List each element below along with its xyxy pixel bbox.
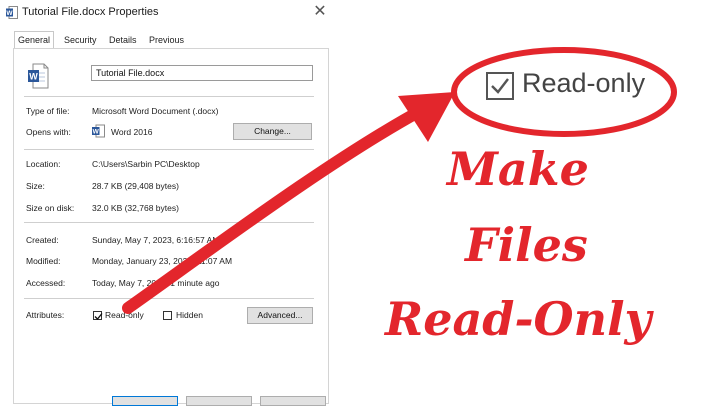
- accessed-value: Today, May 7, 2023, 1 minute ago: [92, 278, 220, 288]
- general-panel: W Tutorial File.docx Type of file: Micro…: [13, 48, 329, 404]
- change-button[interactable]: Change...: [233, 123, 312, 140]
- type-of-file-label: Type of file:: [26, 106, 70, 116]
- tab-general[interactable]: General: [14, 31, 55, 49]
- file-name-input[interactable]: Tutorial File.docx: [91, 65, 313, 81]
- location-value: C:\Users\Sarbin PC\Desktop: [92, 159, 200, 169]
- opens-with-value: Word 2016: [111, 127, 153, 137]
- modified-label: Modified:: [26, 256, 61, 266]
- svg-text:W: W: [6, 10, 13, 17]
- size-label: Size:: [26, 181, 45, 191]
- size-value: 28.7 KB (29,408 bytes): [92, 181, 179, 191]
- hidden-label[interactable]: Hidden: [176, 310, 203, 320]
- type-of-file-value: Microsoft Word Document (.docx): [92, 106, 219, 116]
- readonly-label[interactable]: Read-only: [105, 310, 144, 320]
- svg-text:W: W: [29, 72, 38, 82]
- readonly-checkbox[interactable]: [93, 311, 103, 320]
- attributes-label: Attributes:: [26, 310, 65, 320]
- readonly-callout-checkbox: [486, 72, 514, 100]
- headline-line-2: Files: [465, 218, 588, 272]
- separator: [24, 222, 314, 223]
- tab-security[interactable]: Security: [61, 33, 100, 48]
- tab-previous-versions[interactable]: Previous Versions: [146, 33, 187, 60]
- readonly-callout-label: Read-only: [522, 68, 646, 98]
- hidden-checkbox[interactable]: [163, 311, 172, 320]
- accessed-label: Accessed:: [26, 278, 66, 288]
- location-label: Location:: [26, 159, 61, 169]
- advanced-button[interactable]: Advanced...: [247, 307, 313, 324]
- created-value: Sunday, May 7, 2023, 6:16:57 AM: [92, 235, 220, 245]
- close-icon[interactable]: ✕: [310, 2, 330, 22]
- ok-button[interactable]: [112, 396, 178, 406]
- modified-value: Monday, January 23, 2023, 11:07 AM: [92, 256, 233, 266]
- svg-text:W: W: [93, 129, 100, 136]
- word-document-icon: W: [6, 6, 18, 24]
- properties-dialog: W Tutorial File.docx Properties ✕ Genera…: [0, 0, 340, 406]
- apply-button[interactable]: [260, 396, 326, 406]
- checkmark-icon: [94, 313, 103, 320]
- headline-line-3: Read-Only: [385, 292, 652, 346]
- separator: [24, 149, 314, 150]
- file-type-icon: W: [27, 63, 49, 94]
- separator: [24, 298, 314, 299]
- word-app-icon: W: [92, 124, 105, 143]
- created-label: Created:: [26, 235, 59, 245]
- window-title: Tutorial File.docx Properties: [22, 6, 159, 18]
- cancel-button[interactable]: [186, 396, 252, 406]
- title-bar: W Tutorial File.docx Properties ✕: [0, 0, 340, 26]
- separator: [24, 96, 314, 97]
- opens-with-label: Opens with:: [26, 127, 71, 137]
- size-on-disk-value: 32.0 KB (32,768 bytes): [92, 203, 179, 213]
- headline-line-1: Make: [447, 142, 589, 196]
- checkmark-icon: [491, 78, 509, 94]
- tab-details[interactable]: Details: [106, 33, 140, 48]
- size-on-disk-label: Size on disk:: [26, 203, 75, 213]
